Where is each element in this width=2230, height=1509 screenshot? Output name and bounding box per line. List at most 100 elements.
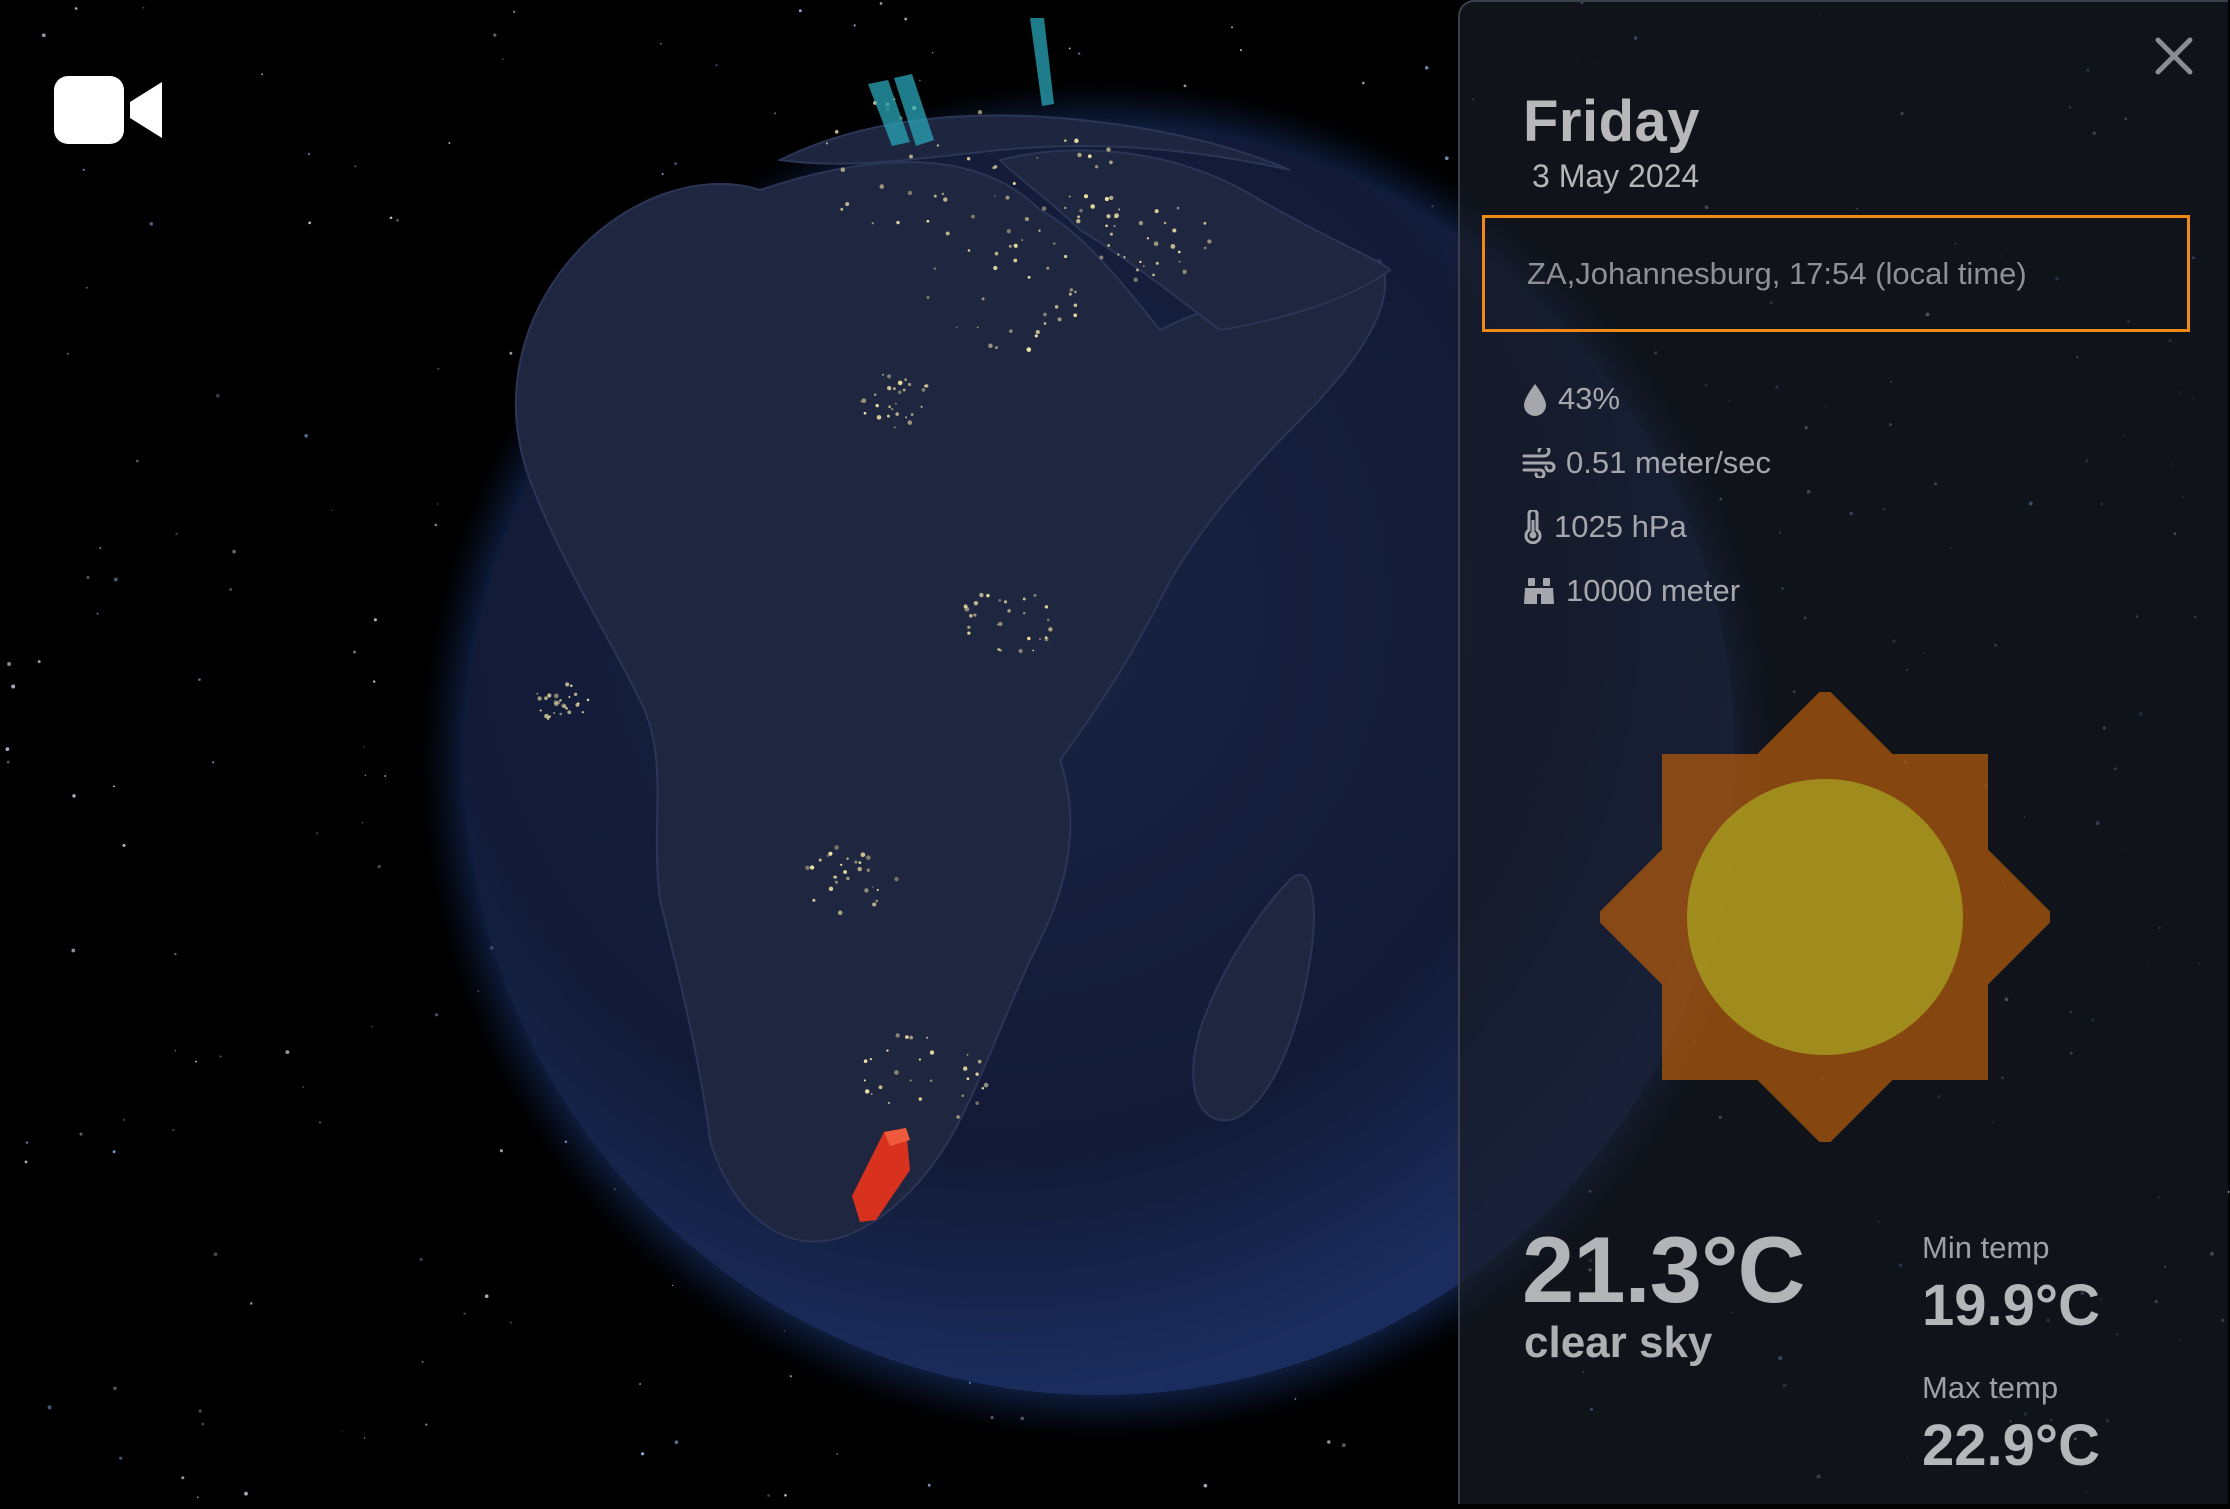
city-light — [1155, 261, 1159, 265]
city-light — [586, 698, 590, 702]
city-light — [1203, 221, 1207, 225]
star — [836, 1453, 839, 1455]
star — [434, 523, 438, 527]
city-light — [966, 156, 971, 161]
city-light — [994, 195, 996, 197]
weather-day: Friday — [1523, 89, 1701, 154]
city-light — [812, 898, 816, 902]
star — [353, 650, 356, 654]
star — [113, 785, 115, 788]
city-light — [1057, 317, 1062, 322]
city-light — [1013, 243, 1018, 248]
star — [122, 843, 126, 847]
city-light — [981, 1087, 985, 1090]
star — [448, 142, 451, 144]
city-light — [993, 265, 998, 271]
star — [25, 1141, 29, 1144]
star — [373, 618, 377, 622]
city-light — [1013, 258, 1018, 263]
wind-row: 0.51 meter/sec — [1522, 440, 1771, 486]
star — [879, 2, 883, 5]
city-light — [1107, 243, 1111, 247]
city-light — [923, 384, 927, 388]
star — [232, 549, 236, 554]
visibility-row: 10000 meter — [1522, 568, 1740, 614]
star — [463, 1312, 466, 1315]
city-light — [858, 861, 862, 864]
city-light — [1063, 254, 1068, 259]
city-light — [1146, 237, 1150, 240]
city-light — [1178, 260, 1181, 263]
star — [136, 459, 139, 463]
city-light — [537, 696, 542, 701]
city-light — [945, 231, 950, 236]
star — [119, 1456, 123, 1460]
close-button[interactable] — [2154, 36, 2194, 76]
city-light — [828, 851, 833, 856]
city-light — [1154, 209, 1159, 214]
star — [174, 1050, 177, 1052]
city-light — [907, 190, 913, 196]
star — [71, 948, 76, 953]
star — [213, 1252, 218, 1257]
city-light — [1142, 265, 1145, 268]
city-light — [981, 297, 985, 301]
city-light — [1021, 239, 1024, 241]
city-light — [837, 910, 843, 916]
city-light — [897, 390, 902, 395]
city-light — [1006, 229, 1011, 234]
star — [372, 680, 376, 683]
current-temperature: 21.3°C — [1522, 1217, 1805, 1322]
city-light — [1176, 206, 1180, 210]
star — [7, 662, 12, 666]
star — [113, 577, 118, 582]
star — [364, 774, 366, 776]
city-light — [979, 592, 984, 598]
city-light — [977, 1059, 982, 1064]
city-light — [1054, 305, 1059, 309]
star — [123, 1119, 126, 1121]
city-light — [826, 854, 829, 858]
city-light — [909, 1035, 914, 1040]
star — [931, 52, 934, 54]
city-light — [1172, 228, 1177, 233]
city-light — [971, 214, 975, 219]
city-light — [854, 860, 858, 864]
video-camera-button[interactable] — [52, 72, 166, 148]
city-light — [857, 866, 862, 872]
star — [261, 73, 264, 76]
city-light — [918, 1058, 921, 1061]
city-light — [834, 129, 839, 134]
city-light — [1068, 195, 1071, 198]
city-light — [986, 593, 990, 598]
star — [86, 575, 90, 580]
city-light — [1094, 165, 1099, 169]
city-light — [955, 326, 958, 329]
city-light — [902, 388, 906, 392]
city-light — [863, 1079, 866, 1082]
city-light — [967, 625, 971, 629]
city-light — [969, 614, 973, 618]
clear-sky-sun-icon — [1600, 692, 2050, 1142]
city-light — [1163, 221, 1167, 225]
city-light — [1003, 600, 1008, 604]
city-light — [1207, 239, 1212, 244]
city-light — [871, 886, 874, 888]
city-light — [888, 1101, 890, 1104]
city-light — [1182, 269, 1187, 274]
city-light — [896, 220, 900, 225]
star — [419, 1257, 423, 1261]
city-light — [973, 600, 979, 606]
city-light — [918, 1097, 923, 1101]
city-light — [549, 715, 552, 718]
city-light — [963, 1066, 968, 1071]
city-light — [905, 416, 908, 419]
city-light — [1046, 618, 1050, 622]
city-light — [966, 1077, 970, 1081]
star — [798, 9, 802, 13]
star — [198, 1409, 202, 1413]
city-light — [864, 888, 869, 893]
city-light — [872, 902, 877, 907]
star — [509, 351, 513, 355]
star — [774, 112, 777, 115]
